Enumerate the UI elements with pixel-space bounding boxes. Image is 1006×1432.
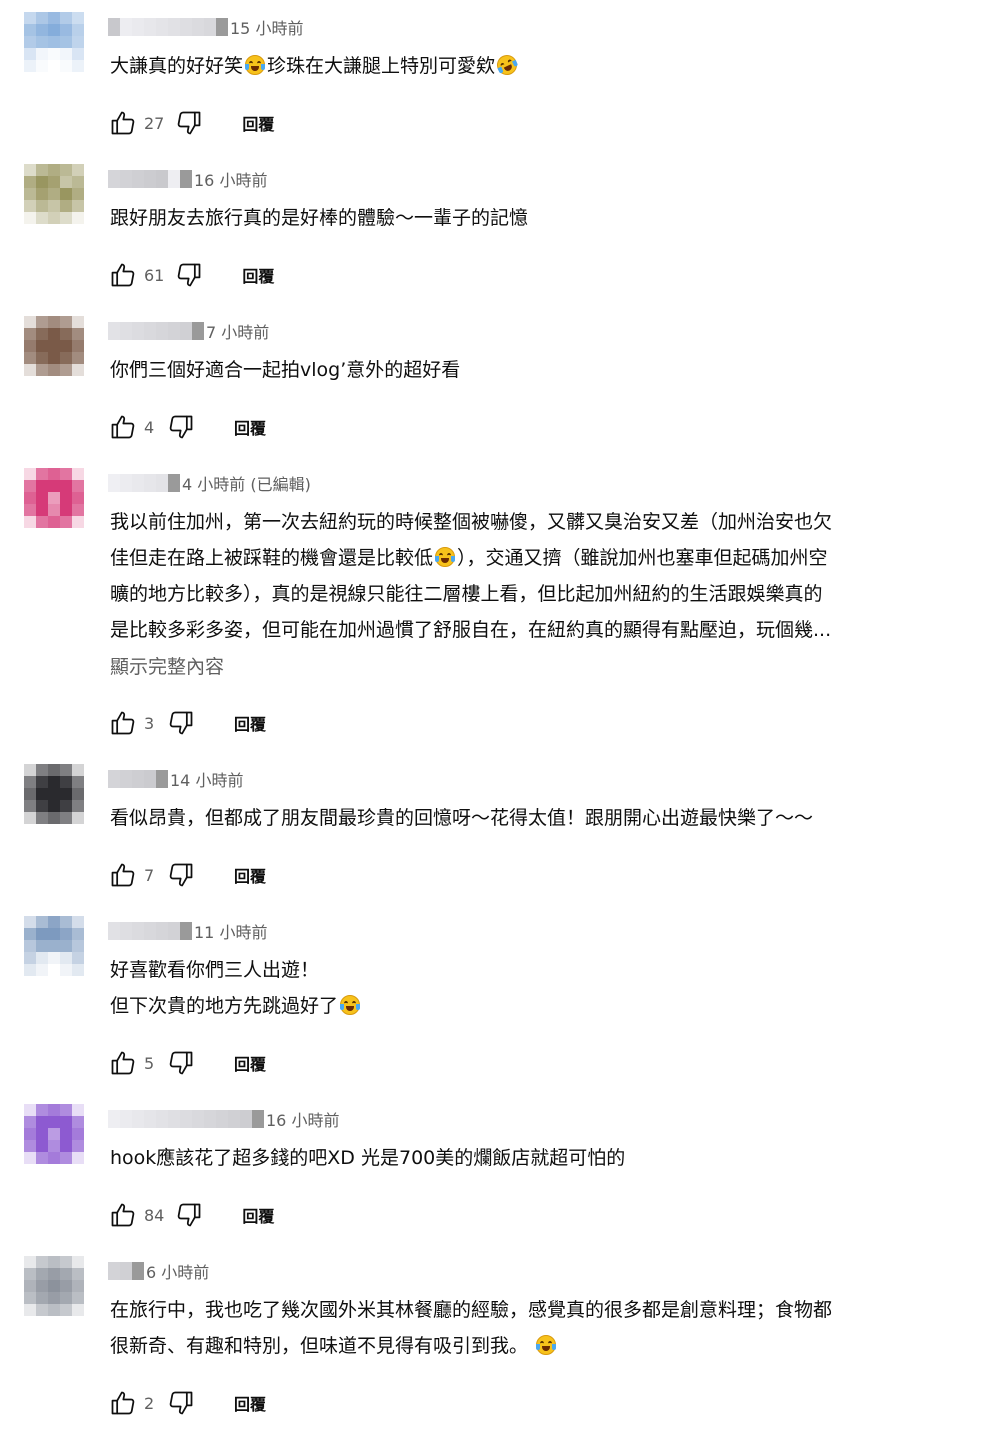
comment-text: 好喜歡看你們三人出遊！ 但下次貴的地方先跳過好了 (110, 952, 970, 1024)
comment-timestamp[interactable]: 16 小時前 (194, 167, 267, 191)
avatar[interactable] (24, 764, 84, 824)
comment-text-segment: 珍珠在大謙腿上特別可愛欸 (267, 55, 496, 77)
author-name-blurred[interactable] (108, 170, 192, 188)
thumbs-up-icon[interactable] (108, 1388, 138, 1418)
comment-timestamp[interactable]: 6 小時前 (146, 1259, 209, 1283)
author-name-blurred[interactable] (108, 1262, 144, 1280)
comment-text-segment: 看似昂貴，但都成了朋友間最珍貴的回憶呀～花得太值！跟朋開心出遊最快樂了～～ (110, 807, 814, 829)
comment-text-segment: 跟好朋友去旅行真的是好棒的體驗～一輩子的記憶 (110, 207, 529, 229)
like-count: 27 (144, 113, 165, 133)
thumbs-down-icon[interactable] (174, 1200, 204, 1230)
comment-timestamp[interactable]: 14 小時前 (170, 767, 243, 791)
comment-meta: 11 小時前 (108, 920, 267, 942)
comment-text-segment: 在旅行中，我也吃了幾次國外米其林餐廳的經驗，感覺真的很多都是創意料理；食物都 很… (110, 1299, 833, 1357)
avatar[interactable] (24, 164, 84, 224)
avatar[interactable] (24, 316, 84, 376)
comment-meta: 4 小時前 (已編輯) (108, 472, 311, 494)
thumbs-down-icon[interactable] (166, 1388, 196, 1418)
reply-button[interactable]: 回覆 (242, 263, 274, 287)
comment-actions: 7 回覆 (108, 860, 266, 890)
emoji-rofl-icon (493, 51, 521, 79)
comment-actions: 2 回覆 (108, 1388, 266, 1418)
like-count: 7 (144, 865, 155, 885)
reply-button[interactable]: 回覆 (234, 1391, 266, 1415)
author-name-blurred[interactable] (108, 18, 228, 36)
thumbs-up-icon[interactable] (108, 1200, 138, 1230)
avatar[interactable] (24, 12, 84, 72)
comment-timestamp[interactable]: 16 小時前 (266, 1107, 339, 1131)
thumbs-down-icon[interactable] (174, 108, 204, 138)
comment-meta: 15 小時前 (108, 16, 303, 38)
author-name-blurred[interactable] (108, 322, 204, 340)
thumbs-down-icon[interactable] (174, 260, 204, 290)
like-count: 3 (144, 713, 155, 733)
thumbs-up-icon[interactable] (108, 708, 138, 738)
thumbs-down-icon[interactable] (166, 1048, 196, 1078)
author-name-blurred[interactable] (108, 1110, 264, 1128)
comment-text: hook應該花了超多錢的吧XD 光是700美的爛飯店就超可怕的 (110, 1140, 970, 1176)
comment-text: 我以前住加州，第一次去紐約玩的時候整個被嚇傻，又髒又臭治安又差（加州治安也欠 佳… (110, 504, 970, 648)
show-more-link[interactable]: 顯示完整內容 (110, 652, 224, 679)
comment-text: 看似昂貴，但都成了朋友間最珍貴的回憶呀～花得太值！跟朋開心出遊最快樂了～～ (110, 800, 970, 836)
author-name-blurred[interactable] (108, 770, 168, 788)
like-count: 84 (144, 1205, 165, 1225)
emoji-joy-icon (340, 995, 361, 1015)
comment-text-segment: 你們三個好適合一起拍vlog’意外的超好看 (110, 359, 461, 381)
avatar[interactable] (24, 916, 84, 976)
emoji-joy-icon (245, 55, 266, 75)
comment-meta: 14 小時前 (108, 768, 243, 790)
thumbs-up-icon[interactable] (108, 108, 138, 138)
comment-actions: 61 回覆 (108, 260, 274, 290)
comment-text: 你們三個好適合一起拍vlog’意外的超好看 (110, 352, 970, 388)
reply-button[interactable]: 回覆 (242, 1203, 274, 1227)
author-name-blurred[interactable] (108, 474, 180, 492)
comment-meta: 7 小時前 (108, 320, 269, 342)
like-count: 5 (144, 1053, 155, 1073)
comment-actions: 5 回覆 (108, 1048, 266, 1078)
reply-button[interactable]: 回覆 (242, 111, 274, 135)
emoji-joy-icon (435, 547, 456, 567)
comment-actions: 4 回覆 (108, 412, 266, 442)
like-count: 2 (144, 1393, 155, 1413)
emoji-joy-icon (536, 1335, 557, 1355)
comment-meta: 16 小時前 (108, 168, 267, 190)
reply-button[interactable]: 回覆 (234, 1051, 266, 1075)
comment-text-segment: hook應該花了超多錢的吧XD 光是700美的爛飯店就超可怕的 (110, 1147, 626, 1169)
thumbs-down-icon[interactable] (166, 708, 196, 738)
avatar[interactable] (24, 468, 84, 528)
avatar[interactable] (24, 1256, 84, 1316)
comment-text: 在旅行中，我也吃了幾次國外米其林餐廳的經驗，感覺真的很多都是創意料理；食物都 很… (110, 1292, 970, 1364)
avatar[interactable] (24, 1104, 84, 1164)
thumbs-up-icon[interactable] (108, 1048, 138, 1078)
comment-text: 大謙真的好好笑 珍珠在大謙腿上特別可愛欸 (110, 48, 970, 84)
comment-meta: 16 小時前 (108, 1108, 339, 1130)
author-name-blurred[interactable] (108, 922, 192, 940)
reply-button[interactable]: 回覆 (234, 863, 266, 887)
comment-timestamp[interactable]: 11 小時前 (194, 919, 267, 943)
comment-meta: 6 小時前 (108, 1260, 209, 1282)
thumbs-up-icon[interactable] (108, 260, 138, 290)
like-count: 61 (144, 265, 165, 285)
comment-actions: 84 回覆 (108, 1200, 274, 1230)
comment-actions: 3 回覆 (108, 708, 266, 738)
comment-actions: 27 回覆 (108, 108, 274, 138)
comment-text-segment: 大謙真的好好笑 (110, 55, 244, 77)
reply-button[interactable]: 回覆 (234, 415, 266, 439)
thumbs-down-icon[interactable] (166, 860, 196, 890)
reply-button[interactable]: 回覆 (234, 711, 266, 735)
comment-text-segment: 好喜歡看你們三人出遊！ 但下次貴的地方先跳過好了 (110, 959, 339, 1017)
comment-timestamp[interactable]: 4 小時前 (已編輯) (182, 471, 311, 495)
like-count: 4 (144, 417, 155, 437)
thumbs-up-icon[interactable] (108, 412, 138, 442)
thumbs-up-icon[interactable] (108, 860, 138, 890)
comment-timestamp[interactable]: 15 小時前 (230, 15, 303, 39)
thumbs-down-icon[interactable] (166, 412, 196, 442)
comment-timestamp[interactable]: 7 小時前 (206, 319, 269, 343)
comment-text: 跟好朋友去旅行真的是好棒的體驗～一輩子的記憶 (110, 200, 970, 236)
